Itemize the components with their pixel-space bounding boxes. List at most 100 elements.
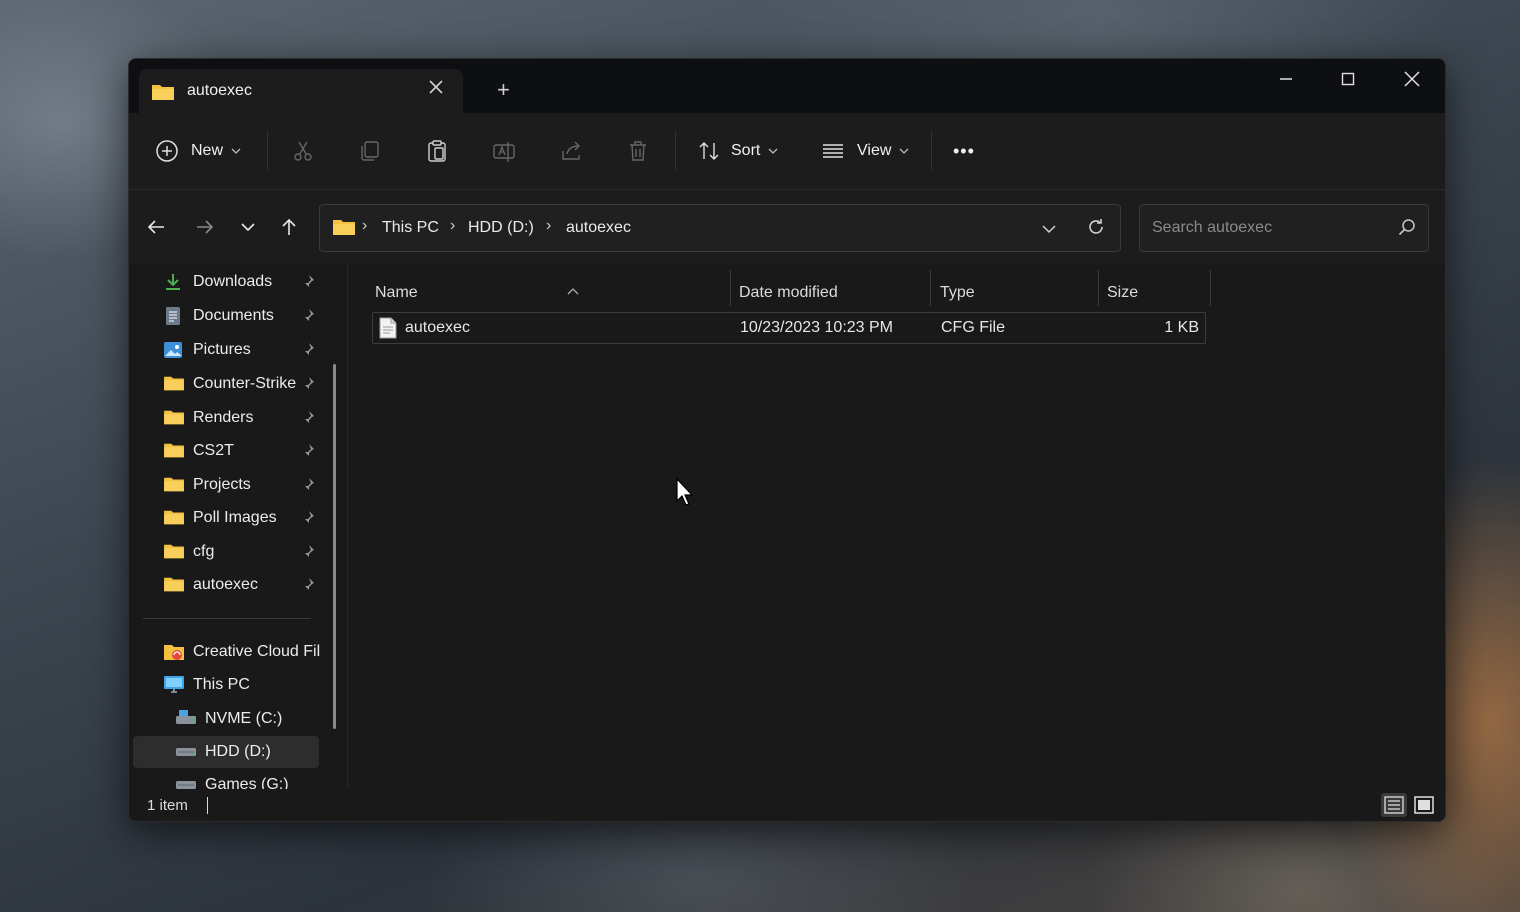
sidebar-item-cs2t[interactable]: CS2T (129, 435, 329, 467)
sidebar-item-label: HDD (D:) (205, 743, 271, 760)
delete-button[interactable] (624, 137, 652, 165)
cut-button[interactable] (289, 137, 317, 165)
breadcrumb-autoexec[interactable]: autoexec (566, 219, 631, 237)
title-bar: autoexec + (129, 59, 1445, 113)
breadcrumb-hdd-d[interactable]: HDD (D:) (468, 219, 534, 237)
folder-icon (163, 508, 185, 531)
details-view-icon (1384, 796, 1404, 814)
folder-icon (151, 82, 175, 107)
back-button[interactable] (143, 214, 169, 240)
column-divider[interactable] (730, 270, 731, 306)
search-icon[interactable] (1398, 218, 1416, 241)
sidebar-item-label: This PC (193, 676, 250, 693)
sidebar-item-downloads[interactable]: Downloads (129, 266, 329, 298)
pin-icon (301, 577, 315, 596)
up-button[interactable] (276, 214, 302, 240)
tab-close-icon[interactable] (429, 77, 443, 100)
sidebar-item-autoexec[interactable]: autoexec (129, 569, 329, 601)
tab-title: autoexec (187, 82, 252, 99)
search-box[interactable] (1139, 204, 1429, 252)
sidebar-item-label: Poll Images (193, 509, 277, 526)
drive-icon (175, 709, 197, 732)
sidebar-item-label: Downloads (193, 273, 273, 290)
navigation-bar: › This PC › HDD (D:) › autoexec (129, 190, 1445, 264)
chevron-down-icon (899, 148, 909, 154)
column-header-name[interactable]: Name (375, 272, 730, 312)
sort-label: Sort (731, 142, 761, 159)
address-bar[interactable]: › This PC › HDD (D:) › autoexec (319, 204, 1121, 252)
arrow-right-icon (197, 220, 214, 234)
paste-button[interactable] (423, 137, 451, 165)
sidebar-scrollbar[interactable] (333, 364, 336, 729)
recent-locations-button[interactable] (235, 214, 261, 240)
sidebar-item-documents[interactable]: Documents (129, 300, 329, 332)
sidebar-item-poll-images[interactable]: Poll Images (129, 502, 329, 534)
file-explorer-window: autoexec + New Sort View ••• › This PC ›… (128, 58, 1446, 822)
sidebar-item-creative-cloud[interactable]: Creative Cloud Fil (129, 636, 329, 668)
sidebar-item-pictures[interactable]: Pictures (129, 334, 329, 366)
sidebar-item-hdd-d[interactable]: HDD (D:) (133, 736, 319, 768)
column-label: Type (940, 284, 975, 301)
chevron-down-icon (231, 148, 241, 154)
rename-button[interactable] (490, 137, 518, 165)
sidebar-item-cfg[interactable]: cfg (129, 536, 329, 568)
pin-icon (301, 274, 315, 293)
creative-cloud-icon (163, 642, 185, 667)
new-button[interactable]: New (155, 133, 241, 169)
file-list-view[interactable]: Name Date modified Type Size autoexec 10… (347, 264, 1445, 789)
refresh-icon[interactable] (1086, 217, 1106, 242)
drive-icon (175, 775, 197, 789)
column-label: Name (375, 284, 418, 301)
tiles-view-button[interactable] (1411, 793, 1437, 817)
address-history-icon[interactable] (1042, 221, 1056, 239)
more-options-button[interactable]: ••• (953, 133, 975, 169)
view-icon (823, 144, 843, 158)
sidebar-item-this-pc[interactable]: This PC (129, 669, 329, 701)
arrow-up-icon (282, 218, 296, 235)
paste-icon (428, 140, 446, 162)
copy-button[interactable] (356, 137, 384, 165)
breadcrumb-this-pc[interactable]: This PC (382, 219, 439, 237)
column-divider[interactable] (930, 270, 931, 306)
rename-icon (493, 142, 515, 162)
view-button[interactable]: View (821, 133, 909, 169)
column-header-date-modified[interactable]: Date modified (739, 272, 929, 312)
sidebar-item-counter-strike[interactable]: Counter-Strike (129, 368, 329, 400)
sidebar-item-label: cfg (193, 543, 215, 560)
breadcrumb-separator: › (362, 217, 368, 234)
drive-icon (175, 742, 197, 765)
document-icon (163, 306, 183, 331)
share-button[interactable] (557, 137, 585, 165)
toolbar-divider (675, 131, 676, 171)
new-tab-button[interactable]: + (497, 77, 510, 103)
file-row[interactable]: autoexec 10/23/2023 10:23 PM CFG File 1 … (372, 312, 1206, 344)
folder-icon (163, 542, 185, 565)
column-header-size[interactable]: Size (1107, 272, 1207, 312)
minimize-button[interactable] (1255, 59, 1317, 99)
sidebar-item-games-g[interactable]: Games (G:) (129, 769, 329, 789)
close-window-button[interactable] (1381, 59, 1443, 99)
sidebar-item-projects[interactable]: Projects (129, 469, 329, 501)
sidebar-item-renders[interactable]: Renders (129, 402, 329, 434)
column-header-type[interactable]: Type (940, 272, 1098, 312)
folder-icon (163, 408, 185, 431)
breadcrumb-separator: › (450, 217, 456, 234)
sidebar-item-nvme-c[interactable]: NVME (C:) (129, 703, 329, 735)
column-divider[interactable] (1098, 270, 1099, 306)
sidebar-item-label: Projects (193, 476, 251, 493)
search-input[interactable] (1150, 205, 1394, 251)
details-view-button[interactable] (1381, 793, 1407, 817)
column-divider[interactable] (1210, 270, 1211, 306)
sidebar-item-label: autoexec (193, 576, 258, 593)
sort-icon (699, 142, 719, 160)
sidebar-item-label: Creative Cloud Fil (193, 643, 321, 660)
chevron-down-icon (768, 148, 778, 154)
file-name: autoexec (405, 319, 470, 336)
sort-button[interactable]: Sort (697, 133, 778, 169)
tab-autoexec[interactable]: autoexec (139, 69, 463, 113)
sidebar-item-label: Pictures (193, 341, 251, 358)
forward-button[interactable] (192, 214, 218, 240)
mouse-cursor-icon (676, 477, 694, 511)
maximize-button[interactable] (1317, 59, 1379, 99)
navigation-pane: Downloads Documents Pictures Counter-Str… (129, 264, 339, 789)
